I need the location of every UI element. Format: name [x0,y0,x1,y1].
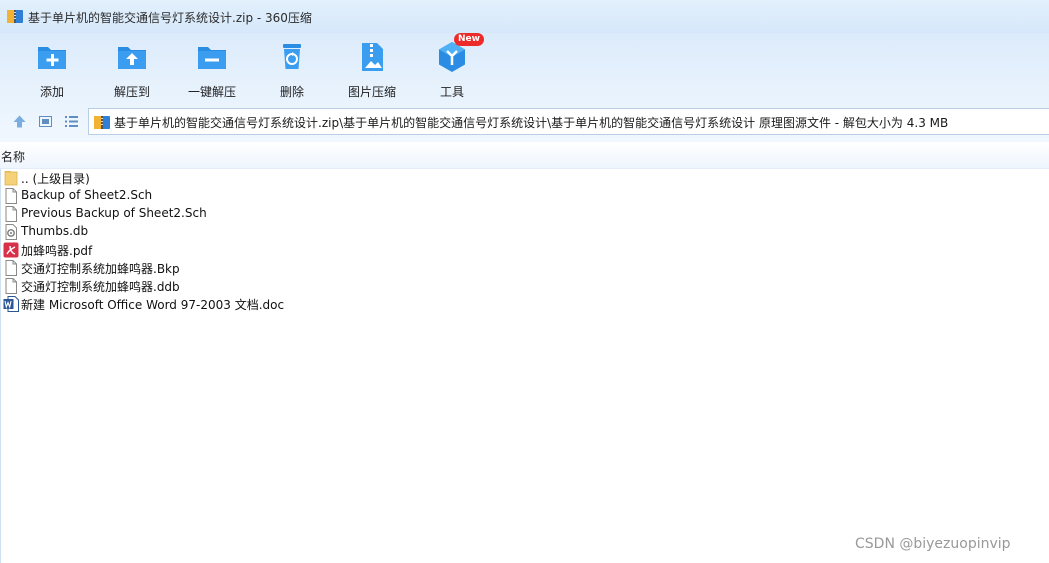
list-item[interactable]: 加蜂鸣器.pdf [3,241,603,259]
one-click-extract-label: 一键解压 [187,85,236,99]
tools-button[interactable]: New 工具 [412,33,492,99]
title-bar: 基于单片机的智能交通信号灯系统设计.zip - 360压缩 [0,0,1049,33]
list-item[interactable]: 交通灯控制系统加蜂鸣器.ddb [3,277,603,295]
zip-archive-icon [7,10,23,23]
extract-to-button[interactable]: 解压到 [92,39,172,99]
file-icon [5,260,17,276]
one-click-extract-button[interactable]: 一键解压 [172,39,252,99]
list-item[interactable]: Previous Backup of Sheet2.Sch [3,205,603,223]
extract-to-icon [118,47,146,69]
list-item[interactable]: Backup of Sheet2.Sch [3,187,603,205]
list-item[interactable]: Thumbs.db [3,223,603,241]
up-arrow-icon[interactable] [13,115,26,128]
file-icon [5,188,17,204]
word-doc-icon [3,296,19,312]
folder-icon [4,171,18,186]
file-icon [5,278,17,294]
new-badge: New [454,33,484,46]
pdf-icon [3,242,19,258]
image-compress-label: 图片压缩 [347,85,396,99]
file-name: Previous Backup of Sheet2.Sch [21,206,207,220]
list-item[interactable]: 新建 Microsoft Office Word 97-2003 文档.doc [3,295,603,313]
name-column-header[interactable]: 名称 [1,148,25,165]
address-row: 基于单片机的智能交通信号灯系统设计.zip\基于单片机的智能交通信号灯系统设计\… [0,100,1049,142]
add-folder-icon [38,47,66,69]
file-name: Thumbs.db [21,224,89,238]
zip-archive-icon [94,116,110,129]
file-name: 交通灯控制系统加蜂鸣器.Bkp [21,262,180,276]
watermark: CSDN @biyezuopinvip [855,536,1011,552]
toolbar: 添加 解压到 一键解压 删除 图片压缩 New 工具 [0,33,1049,100]
list-item-parent-directory[interactable]: .. (上级目录) [3,169,603,187]
address-bar[interactable]: 基于单片机的智能交通信号灯系统设计.zip\基于单片机的智能交通信号灯系统设计\… [88,108,1049,135]
add-button[interactable]: 添加 [12,39,92,99]
file-name: 新建 Microsoft Office Word 97-2003 文档.doc [21,298,285,312]
thumbnail-view-icon[interactable] [39,115,52,128]
tools-label: 工具 [439,85,464,99]
file-name: .. (上级目录) [21,172,90,186]
file-icon [5,206,17,222]
settings-file-icon [5,224,17,240]
file-name: 交通灯控制系统加蜂鸣器.ddb [21,280,180,294]
image-compress-button[interactable]: 图片压缩 [332,39,412,99]
list-item[interactable]: 交通灯控制系统加蜂鸣器.Bkp [3,259,603,277]
address-path: 基于单片机的智能交通信号灯系统设计.zip\基于单片机的智能交通信号灯系统设计\… [114,116,949,130]
image-compress-icon [362,43,383,71]
file-name: Backup of Sheet2.Sch [21,188,153,202]
list-view-icon[interactable] [65,115,78,128]
file-list: .. (上级目录) Backup of Sheet2.Sch Previous … [0,169,1049,563]
extract-to-label: 解压到 [113,85,150,99]
file-name: 加蜂鸣器.pdf [21,244,93,258]
delete-button[interactable]: 删除 [252,39,332,99]
add-label: 添加 [39,85,64,99]
recycle-bin-icon [283,44,301,69]
column-header: 名称 [0,142,1049,169]
one-click-extract-icon [198,47,226,69]
window-title: 基于单片机的智能交通信号灯系统设计.zip - 360压缩 [28,11,312,25]
delete-label: 删除 [279,85,304,99]
